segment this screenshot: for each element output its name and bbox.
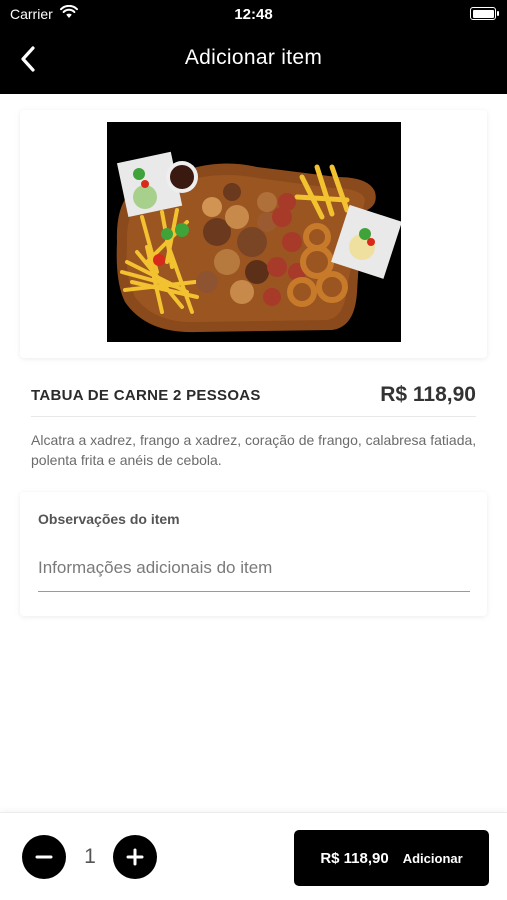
add-button-price: R$ 118,90 [320,849,389,867]
add-button-label: Adicionar [402,850,463,866]
quantity-value: 1 [84,845,96,868]
footer-bar: 1 R$ 118,90 Adicionar [0,812,507,900]
product-image-card [20,110,487,358]
status-time: 12:48 [234,6,273,23]
notes-card: Observações do item [20,492,487,616]
add-to-cart-button[interactable]: R$ 118,90 Adicionar [294,830,489,886]
nav-bar: Adicionar item [0,28,507,94]
app-header: Carrier 12:48 Adicionar item [0,0,507,94]
increase-quantity-button[interactable] [113,835,157,879]
product-price: R$ 118,90 [380,383,476,406]
page-title: Adicionar item [184,46,323,69]
battery-icon [470,7,499,20]
status-bar: Carrier 12:48 [0,0,507,28]
product-image [107,122,401,342]
divider [31,416,476,417]
plus-icon [126,848,144,866]
notes-input[interactable] [38,544,470,592]
product-description: Alcatra a xadrez, frango a xadrez, coraç… [31,432,477,468]
minus-icon [35,855,53,859]
product-name: TABUA DE CARNE 2 PESSOAS [31,387,261,404]
decrease-quantity-button[interactable] [22,835,66,879]
notes-label: Observações do item [38,511,180,527]
